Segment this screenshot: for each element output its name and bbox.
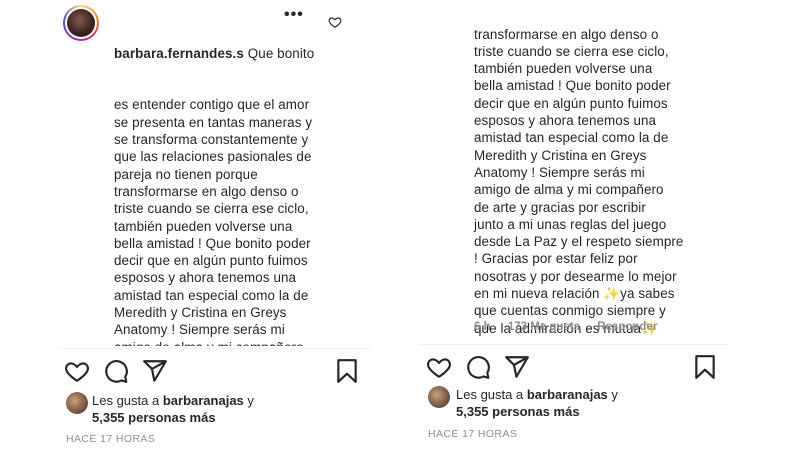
divider bbox=[418, 344, 728, 345]
post-time-ago[interactable]: HACE 17 HORAS bbox=[428, 428, 517, 440]
comment-first-line: Que bonito bbox=[247, 45, 315, 61]
comment-line: amistad tan especial como la de bbox=[474, 130, 669, 146]
comment-line: transformarse en algo denso o bbox=[474, 26, 659, 42]
likes-count[interactable]: 5,355 personas más bbox=[456, 404, 580, 419]
comment-line: bella amistad ! Que bonito poder bbox=[474, 78, 671, 94]
heart-icon[interactable] bbox=[328, 15, 342, 29]
comment-username[interactable]: barbara.fernandes.s bbox=[114, 46, 244, 61]
comment-line: se presenta en tantas maneras y bbox=[114, 114, 313, 130]
comment-line: junto a mi unas reglas del juego bbox=[474, 216, 667, 232]
like-heart-icon[interactable] bbox=[426, 354, 452, 380]
comment-line: se transforma constantemente y bbox=[114, 132, 309, 148]
comment-text: barbara.fernandes.s Que bonito es entend… bbox=[114, 10, 370, 346]
comment-line: Anatomy ! Siempre serás mi bbox=[474, 164, 645, 180]
comment-line: transformarse en algo denso o bbox=[114, 183, 299, 199]
comment-line: es entender contigo que el amor bbox=[114, 97, 310, 113]
comment-line: también pueden volverse una bbox=[474, 61, 653, 77]
comment-line: pareja no tienen porque bbox=[114, 166, 258, 182]
action-bar bbox=[64, 358, 364, 386]
post-time-ago[interactable]: HACE 17 HORAS bbox=[66, 433, 155, 445]
liker-avatar[interactable] bbox=[66, 392, 88, 414]
share-icon[interactable] bbox=[504, 354, 530, 380]
save-bookmark-icon[interactable] bbox=[334, 358, 360, 384]
divider bbox=[60, 348, 370, 349]
comment-line: ! Gracias por estar feliz por bbox=[474, 251, 638, 267]
comment-line: Meredith y Cristina en Greys bbox=[474, 147, 647, 163]
comment-line: amigo de alma y mi compañero bbox=[474, 182, 664, 198]
more-dots-icon[interactable]: ••• bbox=[284, 6, 304, 24]
reply-button[interactable]: Responder bbox=[597, 321, 657, 333]
comment-line: esposos y ahora tenemos una bbox=[474, 113, 657, 129]
action-bar bbox=[422, 354, 722, 382]
comment-line: Meredith y Cristina en Greys bbox=[114, 305, 287, 321]
comment-line: amigo de alma y mi compañero bbox=[114, 339, 370, 346]
comment-line: bella amistad ! Que bonito poder bbox=[114, 235, 311, 251]
comment-line: triste cuando se cierra ese ciclo, bbox=[114, 201, 309, 217]
comment-body: es entender contigo que el amor se presen… bbox=[114, 96, 370, 346]
comment-line: triste cuando se cierra ese ciclo, bbox=[474, 43, 669, 59]
likes-summary: Les gusta a barbaranajas y 5,355 persona… bbox=[66, 392, 366, 428]
comment-line: decir que en algún punto fuimos bbox=[474, 95, 668, 111]
likes-summary: Les gusta a barbaranajas y 5,355 persona… bbox=[424, 386, 724, 422]
comment-meta: 6 h 173 Me gusta Responder bbox=[474, 321, 671, 333]
post-panel-right: transformarse en algo denso o triste cuan… bbox=[418, 0, 728, 453]
liker-username[interactable]: barbaranajas bbox=[163, 393, 244, 408]
post-panel-left: barbara.fernandes.s Que bonito es entend… bbox=[60, 0, 370, 453]
comment-likes[interactable]: 173 Me gusta bbox=[508, 321, 580, 333]
comment-line: Anatomy ! Siempre serás mi bbox=[114, 322, 285, 338]
comment-icon[interactable] bbox=[465, 354, 491, 380]
liker-username[interactable]: barbaranajas bbox=[527, 387, 608, 402]
liker-avatar[interactable] bbox=[428, 386, 450, 408]
comment-line: desde La Paz y el respeto siempre bbox=[474, 234, 684, 250]
comment-line: que las relaciones pasionales de bbox=[114, 149, 312, 165]
comment-line: decir que en algún punto fuimos bbox=[114, 253, 308, 269]
save-bookmark-icon[interactable] bbox=[692, 354, 718, 380]
comment-time[interactable]: 6 h bbox=[474, 321, 491, 333]
comment-line: amistad tan especial como la de bbox=[114, 287, 309, 303]
comment-line: que cuentas conmigo siempre y bbox=[474, 303, 666, 319]
comment-icon[interactable] bbox=[103, 358, 129, 384]
likes-count[interactable]: 5,355 personas más bbox=[92, 410, 216, 425]
like-heart-icon[interactable] bbox=[64, 358, 90, 384]
comment-area: barbara.fernandes.s Que bonito es entend… bbox=[60, 0, 370, 346]
comment-line: en mi nueva relación ✨ya sabes bbox=[474, 286, 675, 302]
share-icon[interactable] bbox=[142, 358, 168, 384]
comment-line: nosotras y por desearme lo mejor bbox=[474, 268, 677, 284]
comment-line: esposos y ahora tenemos una bbox=[114, 270, 297, 286]
comment-area: transformarse en algo denso o triste cuan… bbox=[418, 0, 728, 342]
comment-line: de arte y gracias por escribir bbox=[474, 199, 646, 215]
avatar[interactable] bbox=[63, 5, 99, 41]
comment-body: transformarse en algo denso o triste cuan… bbox=[474, 0, 728, 342]
comment-line: también pueden volverse una bbox=[114, 218, 293, 234]
